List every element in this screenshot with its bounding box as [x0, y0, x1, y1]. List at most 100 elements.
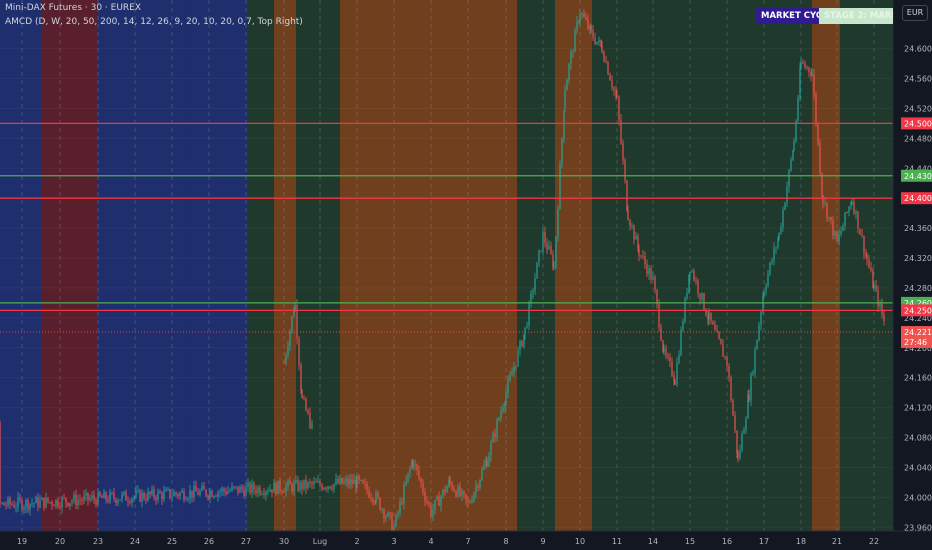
candle-body [722, 344, 724, 357]
candle-body [471, 500, 473, 503]
candle-body [732, 400, 734, 416]
candle-body [585, 17, 587, 20]
candle-body [287, 346, 289, 356]
candle-body [300, 364, 302, 391]
candle-body [511, 373, 513, 376]
candle-body [93, 495, 95, 500]
candle-body [297, 479, 299, 491]
candle-body [345, 479, 347, 482]
candle-body [557, 209, 559, 237]
trading-chart[interactable]: 24.60024.56024.52024.48024.44024.40024.3… [0, 0, 932, 550]
candle-body [157, 491, 159, 501]
candle-body [461, 490, 463, 496]
candle-body [151, 489, 153, 495]
candle-body [349, 479, 351, 485]
level-price-label: 24.400 [904, 194, 932, 203]
candle-body [383, 509, 385, 518]
candle-body [523, 334, 525, 347]
background-band [190, 0, 247, 531]
candle-body [743, 429, 745, 434]
candle-body [590, 25, 592, 30]
candle-body [227, 491, 229, 494]
candle-body [502, 408, 504, 412]
candle-body [855, 211, 857, 214]
candle-body [613, 87, 615, 91]
candle-body [237, 486, 239, 493]
candle-body [594, 38, 596, 44]
candle-body [848, 206, 850, 213]
candle-body [407, 472, 409, 482]
price-tick-label: 24.280 [904, 284, 932, 293]
candle-body [307, 410, 309, 414]
background-band [555, 0, 592, 531]
candle-body [769, 262, 771, 274]
candle-body [750, 374, 752, 401]
candle-body [836, 231, 838, 242]
market-cycle-stage: STAGE 2: MARKU [819, 8, 893, 24]
candle-body [231, 486, 233, 491]
candle-body [309, 413, 311, 428]
candle-body [561, 138, 563, 165]
candle-body [161, 493, 163, 500]
candle-body [846, 212, 848, 213]
candle-body [834, 231, 836, 236]
candle-body [358, 475, 360, 481]
candle-body [83, 495, 85, 501]
candle-body [261, 493, 263, 495]
candle-body [564, 90, 566, 111]
candle-body [654, 276, 656, 290]
candle-body [51, 501, 53, 506]
currency-badge[interactable]: EUR [902, 5, 928, 21]
candle-body [399, 501, 401, 513]
candle-body [817, 123, 819, 143]
candle-body [11, 504, 13, 506]
candle-body [121, 493, 123, 500]
candle-body [213, 496, 215, 498]
price-tick-label: 24.600 [904, 45, 932, 54]
candle-body [103, 492, 105, 499]
candle-body [574, 30, 576, 52]
candle-body [99, 492, 101, 497]
candle-body [75, 494, 77, 506]
symbol-title[interactable]: Mini-DAX Futures · 30 · EUREX [5, 3, 141, 13]
candle-body [181, 491, 183, 493]
background-band [41, 0, 98, 531]
background-band [812, 0, 840, 531]
candle-body [393, 526, 395, 530]
background-band [840, 0, 893, 531]
candle-body [656, 289, 658, 305]
candle-body [87, 492, 89, 501]
candle-body [183, 491, 185, 500]
candle-body [832, 220, 834, 236]
time-tick-label: 17 [759, 537, 769, 546]
candle-body [524, 327, 526, 335]
candle-body [55, 499, 57, 507]
candle-body [339, 477, 341, 484]
price-chart-canvas[interactable]: 24.60024.56024.52024.48024.44024.40024.3… [0, 0, 932, 550]
candle-body [449, 479, 451, 483]
indicator-legend[interactable]: AMCD (D, W, 20, 50, 200, 14, 12, 26, 9, … [5, 17, 303, 27]
candle-body [760, 312, 762, 326]
candle-body [667, 355, 669, 358]
candle-body [815, 94, 817, 124]
candle-body [233, 486, 235, 488]
candle-body [819, 142, 821, 174]
candle-body [432, 509, 434, 517]
price-tick-label: 24.480 [904, 134, 932, 143]
candle-body [710, 312, 712, 322]
time-tick-label: 18 [796, 537, 806, 546]
candle-body [420, 478, 422, 484]
candle-body [618, 96, 620, 120]
candle-body [364, 483, 366, 485]
time-tick-label: 7 [465, 537, 470, 546]
candle-body [155, 497, 157, 501]
candle-body [782, 209, 784, 227]
candle-body [534, 278, 536, 292]
candle-body [678, 355, 680, 363]
candle-body [193, 485, 195, 498]
candle-body [793, 141, 795, 151]
candle-body [609, 74, 611, 81]
candle-body [627, 210, 629, 220]
candle-body [27, 499, 29, 510]
candle-body [494, 433, 496, 437]
